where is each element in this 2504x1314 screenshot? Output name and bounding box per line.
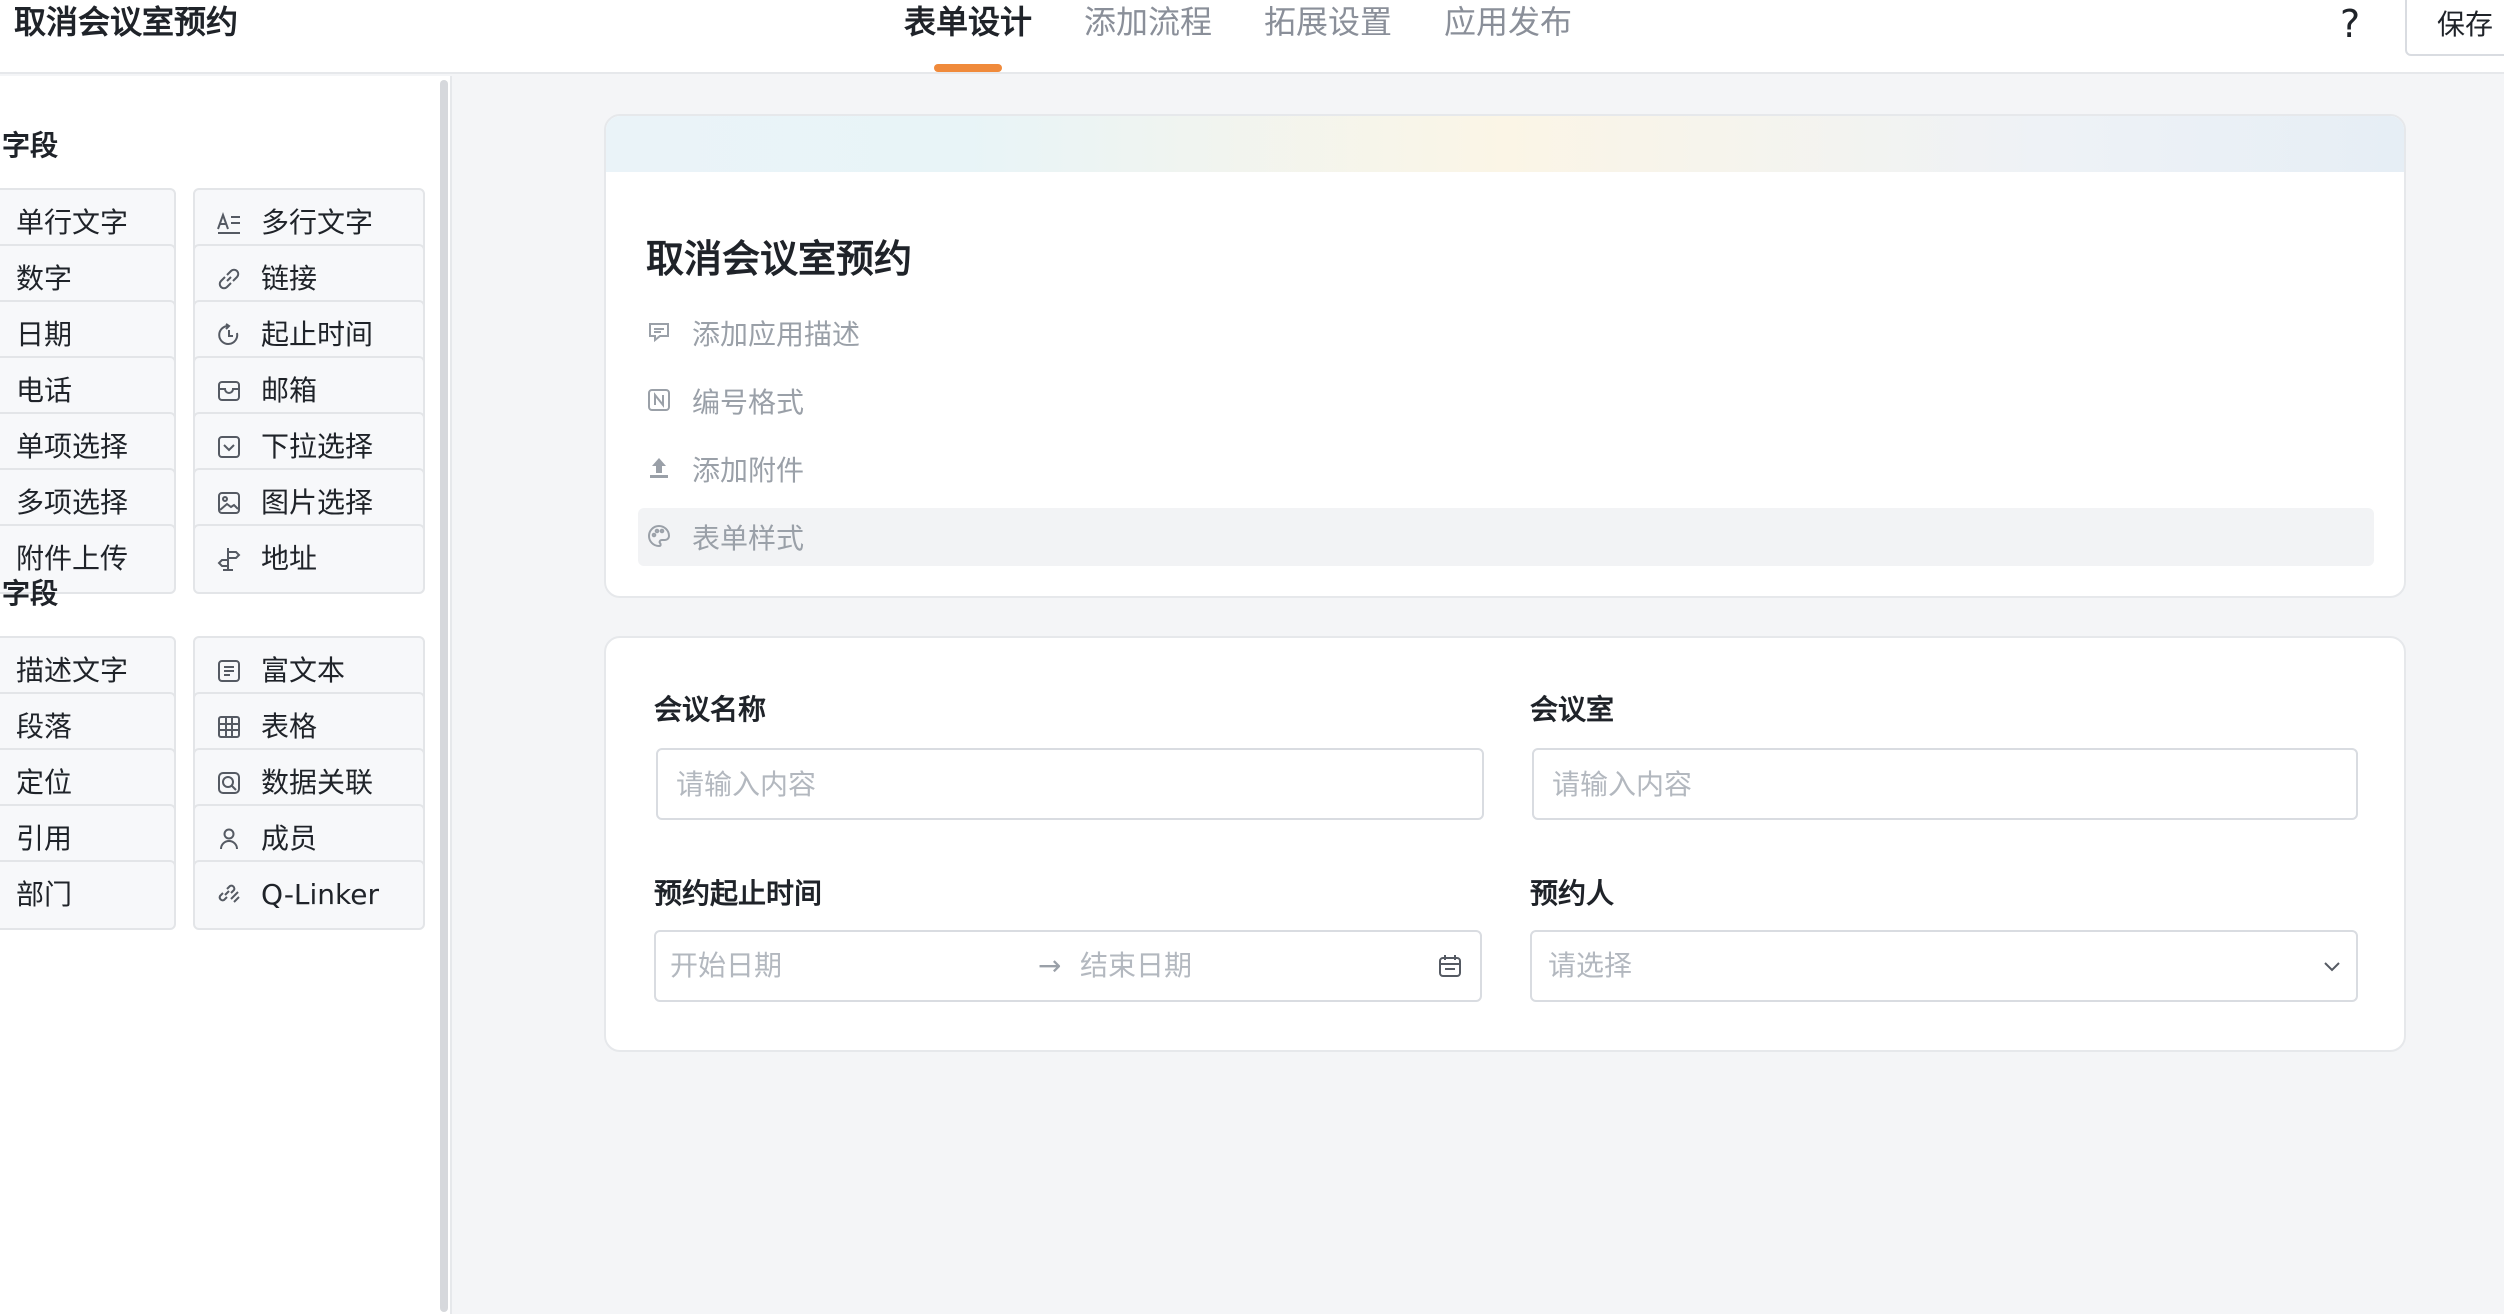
palette-icon [646,523,674,551]
field-label: 地址 [261,542,318,575]
app-title: 取消会议室预约 [14,3,239,41]
field-label: Q-Linker [261,878,380,911]
data-link-icon [215,769,243,797]
dropdown-icon [215,433,243,461]
calendar-icon[interactable] [1436,952,1464,980]
end-date-placeholder[interactable]: 结束日期 [1080,932,1192,1000]
number-format-label: 编号格式 [692,386,805,419]
number-format-icon [646,387,674,415]
signpost-icon [215,545,243,573]
form-style-row[interactable]: 表单样式 [638,508,2374,566]
add-description-row[interactable]: 添加应用描述 [638,304,2374,362]
meeting-name-input[interactable] [656,748,1484,820]
mailbox-icon [215,377,243,405]
group-title-advanced: 字段 [2,577,59,610]
form-header-card: 取消会议室预约 添加应用描述 编号格式 添加附件 表单样式 [604,114,2406,598]
tab-app-publish[interactable]: 应用发布 [1444,0,1572,74]
field-department[interactable]: 部门 [0,860,176,930]
upload-icon [646,455,674,483]
top-bar: 取消会议室预约 表单设计 添加流程 拓展设置 应用发布 ? 保存 [0,0,2504,74]
main-tabs: 表单设计 添加流程 拓展设置 应用发布 [904,0,1624,74]
field-q-linker[interactable]: Q-Linker [193,860,425,930]
meeting-room-label: 会议室 [1530,693,1615,726]
field-address[interactable]: 地址 [193,524,425,594]
link-icon [215,265,243,293]
form-title[interactable]: 取消会议室预约 [646,228,912,283]
field-palette: 字段 单行文字 多行文字 数字 链接 日期 起止时间 电话 邮箱 单项选择 下拉… [0,76,452,1314]
comment-icon [646,319,674,347]
tab-extension-settings[interactable]: 拓展设置 [1264,0,1392,74]
add-description-label: 添加应用描述 [692,318,861,351]
add-attachment-row[interactable]: 添加附件 [638,440,2374,498]
meeting-room-input[interactable] [1532,748,2358,820]
range-arrow: → [1038,949,1062,982]
start-date-placeholder[interactable]: 开始日期 [670,932,782,1000]
linker-icon [215,881,243,909]
form-fields-card: 会议名称 会议室 预约起止时间 开始日期 → 结束日期 预约人 请选择 [604,636,2406,1052]
number-format-row[interactable]: 编号格式 [638,372,2374,430]
booker-select[interactable]: 请选择 [1530,930,2358,1002]
form-style-label: 表单样式 [692,522,805,555]
add-attachment-label: 添加附件 [692,454,805,487]
scrollbar[interactable] [440,80,448,1312]
meeting-name-label: 会议名称 [654,693,767,726]
table-icon [215,713,243,741]
person-icon [215,825,243,853]
help-icon[interactable]: ? [2340,2,2360,46]
booking-time-label: 预约起止时间 [654,877,823,910]
group-title-basic: 字段 [2,129,59,162]
image-icon [215,489,243,517]
tab-add-process[interactable]: 添加流程 [1084,0,1212,74]
save-button[interactable]: 保存 [2405,0,2504,56]
header-banner [606,116,2404,172]
booker-label: 预约人 [1530,877,1615,910]
booking-time-range-picker[interactable]: 开始日期 → 结束日期 [654,930,1482,1002]
tab-form-design[interactable]: 表单设计 [904,0,1032,74]
time-range-icon [215,321,243,349]
rich-text-icon [215,657,243,685]
multiline-text-icon [215,209,243,237]
chevron-down-icon [2318,952,2346,980]
booker-placeholder: 请选择 [1548,949,1633,982]
field-label: 部门 [16,878,73,911]
